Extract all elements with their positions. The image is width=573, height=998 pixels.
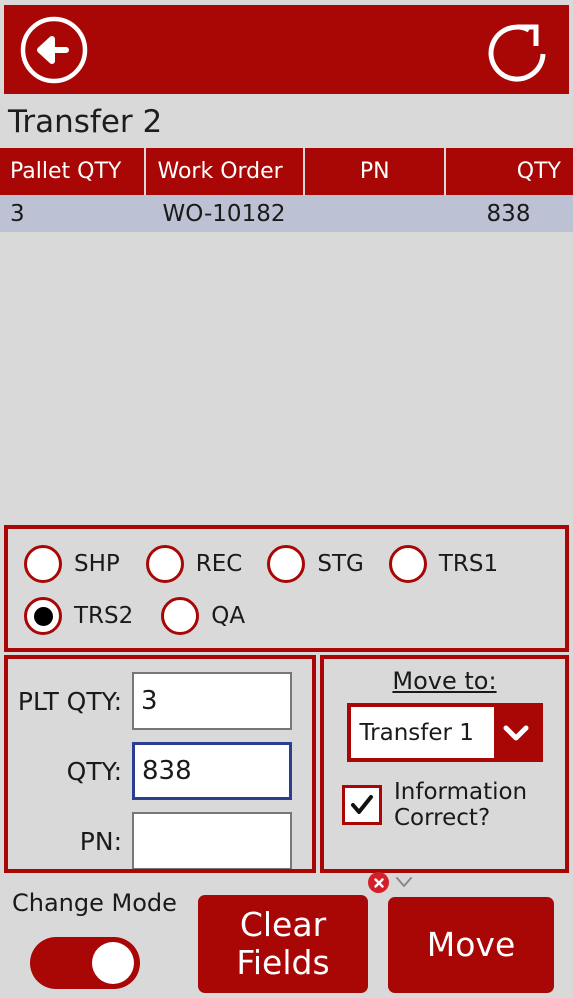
table-header-row: Pallet QTY Work Order PN QTY — [0, 148, 573, 195]
information-correct-line1: Information — [394, 779, 528, 805]
move-to-dropdown[interactable]: Transfer 1 — [346, 703, 543, 762]
radio-icon-shp — [24, 545, 62, 583]
label-plt-qty: PLT QTY: — [17, 686, 122, 716]
radio-label-rec: REC — [195, 551, 243, 577]
refresh-rotate-icon — [483, 14, 555, 86]
back-button[interactable] — [18, 14, 90, 86]
radio-label-qa: QA — [211, 603, 246, 629]
refresh-button[interactable] — [483, 14, 555, 86]
change-mode-toggle[interactable] — [30, 937, 140, 989]
location-radio-row-1: SHP REC STG TRS1 — [22, 538, 565, 590]
input-pn[interactable] — [132, 812, 292, 869]
information-correct-line2: Correct? — [394, 805, 491, 832]
top-app-bar — [4, 5, 569, 94]
radio-option-trs2[interactable]: TRS2 — [24, 597, 133, 635]
cell-qty: 838 — [486, 200, 531, 227]
expand-chevron-down-icon[interactable] — [394, 874, 414, 890]
label-pn: PN: — [79, 826, 122, 856]
table-empty-area — [0, 232, 573, 522]
field-row-plt-qty: PLT QTY: 3 — [8, 666, 312, 736]
radio-option-shp[interactable]: SHP — [24, 545, 120, 583]
radio-icon-stg — [267, 545, 306, 583]
input-qty[interactable]: 838 — [132, 742, 292, 800]
close-x-circle-icon[interactable] — [368, 872, 389, 893]
move-to-label: Move to: — [392, 667, 497, 695]
checkmark-icon — [351, 795, 373, 815]
radio-label-shp: SHP — [74, 551, 120, 577]
information-correct-label: Information Correct? — [394, 779, 527, 831]
cell-work-order: WO-10182 — [162, 200, 286, 227]
location-radio-row-2: TRS2 QA — [22, 590, 565, 642]
table-header-qty: QTY — [446, 148, 573, 195]
radio-icon-rec — [145, 545, 184, 583]
clear-fields-button[interactable]: Clear Fields — [198, 895, 368, 993]
radio-icon-trs1 — [388, 545, 427, 583]
information-correct-checkbox[interactable] — [342, 785, 382, 826]
information-correct-row[interactable]: Information Correct? — [324, 779, 565, 831]
move-button[interactable]: Move — [388, 897, 554, 993]
input-plt-qty[interactable]: 3 — [132, 672, 292, 730]
radio-label-trs1: TRS1 — [438, 551, 499, 577]
radio-option-rec[interactable]: REC — [145, 545, 243, 583]
table-header-pallet-qty: Pallet QTY — [0, 148, 144, 195]
location-radio-group: SHP REC STG TRS1 TRS2 QA — [4, 525, 569, 652]
page-title: Transfer 2 — [8, 104, 163, 140]
radio-label-trs2: TRS2 — [74, 603, 134, 629]
radio-option-qa[interactable]: QA — [161, 597, 245, 635]
move-to-panel: Move to: Transfer 1 Information Correct? — [320, 655, 569, 873]
entry-form-panel: PLT QTY: 3 QTY: 838 PN: — [4, 655, 316, 873]
cell-pn — [304, 195, 444, 232]
back-arrow-circle-icon — [18, 14, 90, 86]
radio-label-stg: STG — [317, 551, 364, 577]
radio-icon-trs2-selected — [24, 597, 62, 635]
move-to-selected-value: Transfer 1 — [359, 719, 474, 746]
table-header-work-order: Work Order — [145, 148, 303, 195]
radio-icon-qa — [161, 597, 200, 635]
change-mode-label: Change Mode — [12, 889, 177, 917]
radio-option-stg[interactable]: STG — [267, 545, 364, 583]
toggle-knob — [92, 942, 134, 984]
field-row-qty: QTY: 838 — [8, 736, 312, 806]
cell-pallet-qty: 3 — [10, 200, 25, 227]
radio-option-trs1[interactable]: TRS1 — [388, 545, 499, 583]
field-row-pn: PN: — [8, 806, 312, 869]
table-header-pn: PN — [304, 148, 445, 195]
table-row[interactable]: 3 WO-10182 838 — [0, 195, 573, 232]
chevron-down-icon — [493, 707, 539, 758]
pallet-table: Pallet QTY Work Order PN QTY 3 WO-10182 … — [0, 148, 573, 522]
label-qty: QTY: — [66, 756, 122, 786]
